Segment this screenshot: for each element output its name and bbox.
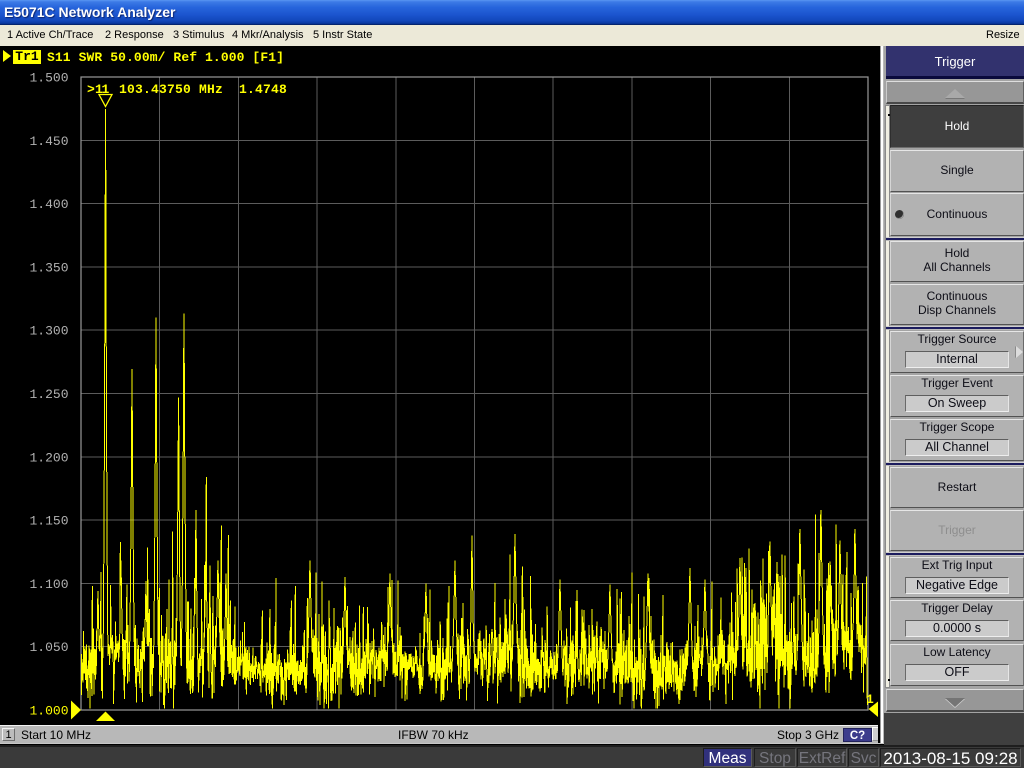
svg-text:1.500: 1.500 <box>29 71 68 86</box>
svg-text:1.100: 1.100 <box>29 577 68 592</box>
svg-text:1: 1 <box>866 692 874 707</box>
svg-text:1.350: 1.350 <box>29 260 68 275</box>
svg-text:1.450: 1.450 <box>29 134 68 149</box>
svg-text:1.050: 1.050 <box>29 640 68 655</box>
svg-text:1.000: 1.000 <box>29 704 68 719</box>
svg-text:1.4748: 1.4748 <box>239 82 287 97</box>
svg-text:1.250: 1.250 <box>29 387 68 402</box>
svg-text:103.43750 MHz: 103.43750 MHz <box>119 82 223 97</box>
svg-text:1.150: 1.150 <box>29 514 68 529</box>
svg-text:1.200: 1.200 <box>29 450 68 465</box>
svg-text:1.400: 1.400 <box>29 197 68 212</box>
svg-text:>1: >1 <box>87 82 103 97</box>
svg-text:1.300: 1.300 <box>29 324 68 339</box>
